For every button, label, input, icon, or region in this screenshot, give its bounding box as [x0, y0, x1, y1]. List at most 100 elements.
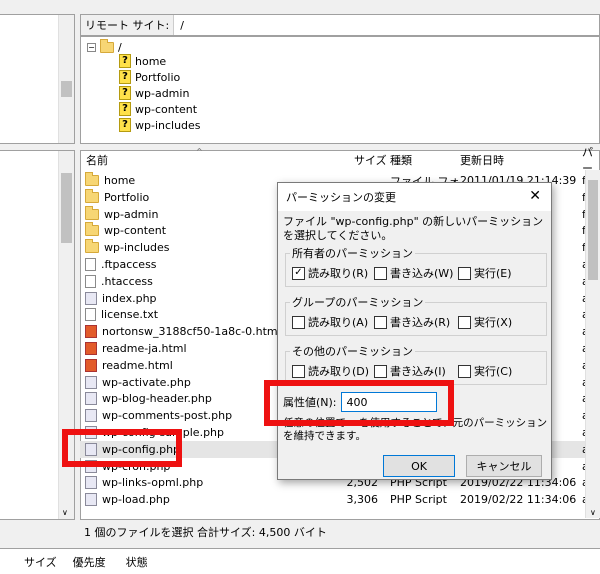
cancel-button[interactable]: キャンセル [466, 455, 542, 477]
checkbox-box[interactable] [458, 315, 471, 329]
folder-icon [85, 205, 99, 220]
other-read-checkbox[interactable]: 読み取り(D) [292, 363, 369, 379]
html-file-icon [85, 325, 97, 339]
checkbox-label: 実行(C) [474, 365, 513, 378]
column-type-label: 種類 [390, 154, 412, 167]
php-file-icon [85, 392, 97, 406]
tree-item-label: wp-includes [135, 118, 201, 132]
scroll-thumb[interactable] [61, 81, 72, 97]
folder-icon [85, 172, 99, 186]
scroll-down-arrow-icon[interactable]: ∨ [590, 508, 596, 517]
checkbox-box[interactable] [458, 364, 471, 378]
checkbox-label: 書き込み(R) [390, 316, 451, 329]
column-header-name[interactable]: 名前 [86, 150, 108, 170]
remote-site-label: リモート サイト: [81, 15, 175, 35]
tree-item-wp-content[interactable]: ? wp-content [119, 101, 197, 117]
column-header-type[interactable]: 種類 [390, 150, 412, 170]
html-file-icon [85, 358, 97, 372]
remote-file-scrollbar[interactable] [585, 170, 600, 518]
file-name-cell: wp-admin [85, 205, 158, 221]
php-file-icon [85, 291, 97, 305]
owner-read-checkbox[interactable]: ✓ 読み取り(R) [292, 265, 368, 281]
checkbox-label: 書き込み(I) [390, 365, 446, 378]
remote-site-bar: リモート サイト: / [80, 14, 600, 36]
checkbox-box[interactable] [374, 315, 387, 329]
question-icon: ? [119, 86, 131, 100]
tree-item-portfolio[interactable]: ? Portfolio [119, 69, 180, 85]
group-label: その他のパーミッション [290, 343, 415, 359]
dialog-titlebar: パーミッションの変更 ✕ [278, 183, 551, 211]
file-name: license.txt [101, 308, 159, 322]
php-file-icon [85, 493, 97, 507]
owner-exec-checkbox[interactable]: 実行(E) [458, 265, 512, 281]
queue-column-status[interactable]: 状態 [114, 554, 156, 570]
permission-dialog: パーミッションの変更 ✕ ファイル "wp-config.php" の新しいパー… [277, 182, 552, 480]
file-icon [85, 308, 96, 322]
checkbox-label: 読み取り(D) [308, 365, 370, 378]
file-name: wp-comments-post.php [102, 409, 233, 423]
file-name-cell: wp-comments-post.php [85, 409, 233, 423]
group-read-checkbox[interactable]: 読み取り(A) [292, 314, 368, 330]
folder-icon [85, 239, 99, 254]
tree-item-home[interactable]: ? home [119, 53, 166, 69]
tree-item-label: Portfolio [135, 70, 181, 84]
file-name: wp-blog-header.php [102, 392, 212, 406]
php-file-icon [85, 476, 97, 490]
group-exec-checkbox[interactable]: 実行(X) [458, 314, 512, 330]
table-row[interactable]: wp-load.php 3,306 PHP Script 2019/02/22 11:… [80, 491, 600, 508]
tree-item-label: wp-admin [135, 86, 190, 100]
php-file-icon [85, 375, 97, 389]
column-header-perm[interactable]: パー [582, 146, 600, 175]
ok-button[interactable]: OK [383, 455, 455, 477]
scroll-thumb[interactable] [61, 173, 72, 243]
remote-tree-pane[interactable]: − / ? home ? Portfolio ? wp-admin ? wp-c… [80, 36, 600, 144]
file-name: readme.html [102, 358, 173, 372]
file-name: .htaccess [101, 274, 153, 288]
folder-icon [85, 222, 99, 237]
scroll-down-arrow-icon[interactable]: ∨ [62, 508, 68, 517]
tree-root[interactable]: − / [87, 38, 122, 55]
other-exec-checkbox[interactable]: 実行(C) [458, 363, 512, 379]
highlight-attribute-box [264, 380, 454, 426]
owner-write-checkbox[interactable]: 書き込み(W) [374, 265, 453, 281]
checkbox-label: 実行(E) [474, 267, 512, 280]
tree-root-label: / [118, 40, 122, 54]
file-name-cell: .htaccess [85, 274, 153, 288]
file-name: index.php [102, 291, 157, 305]
column-header-size[interactable]: サイズ [354, 150, 387, 170]
folder-icon [85, 188, 99, 203]
question-icon: ? [119, 70, 131, 84]
group-write-checkbox[interactable]: 書き込み(R) [374, 314, 450, 330]
collapse-icon[interactable]: − [87, 42, 96, 52]
remote-path-input[interactable]: / [174, 19, 184, 32]
local-tree-scrollbar[interactable] [58, 15, 74, 143]
tree-item-label: home [135, 54, 167, 68]
checkbox-box[interactable] [292, 315, 305, 329]
checkbox-label: 書き込み(W) [390, 267, 454, 280]
dialog-title: パーミッションの変更 [286, 191, 396, 204]
tree-item-wp-includes[interactable]: ? wp-includes [119, 117, 201, 133]
checkbox-box[interactable] [374, 364, 387, 378]
queue-header: サイズ 優先度 状態 [0, 548, 600, 574]
question-icon: ? [119, 102, 131, 116]
column-header-date[interactable]: 更新日時 [460, 150, 504, 170]
file-name: home [104, 174, 136, 187]
question-icon: ? [119, 54, 131, 68]
checkbox-box[interactable] [458, 266, 471, 280]
file-name-cell: .ftpaccess [85, 258, 157, 271]
close-icon[interactable]: ✕ [529, 188, 541, 204]
checkbox-box[interactable] [292, 364, 305, 378]
other-write-checkbox[interactable]: 書き込み(I) [374, 363, 446, 379]
tree-item-wp-admin[interactable]: ? wp-admin [119, 85, 189, 101]
checkbox-box[interactable] [374, 266, 387, 280]
checkmark-icon[interactable]: ✓ [292, 266, 305, 280]
file-name-cell: license.txt [85, 308, 159, 322]
file-name: wp-content [104, 224, 167, 238]
file-name: readme-ja.html [102, 342, 187, 355]
queue-column-priority[interactable]: 優先度 [65, 554, 114, 570]
group-label: 所有者のパーミッション [290, 245, 415, 261]
checkbox-label: 読み取り(R) [308, 267, 369, 280]
file-name-cell: wp-includes [85, 239, 170, 254]
queue-column-size[interactable]: サイズ [0, 554, 65, 570]
scroll-thumb[interactable] [588, 180, 598, 280]
